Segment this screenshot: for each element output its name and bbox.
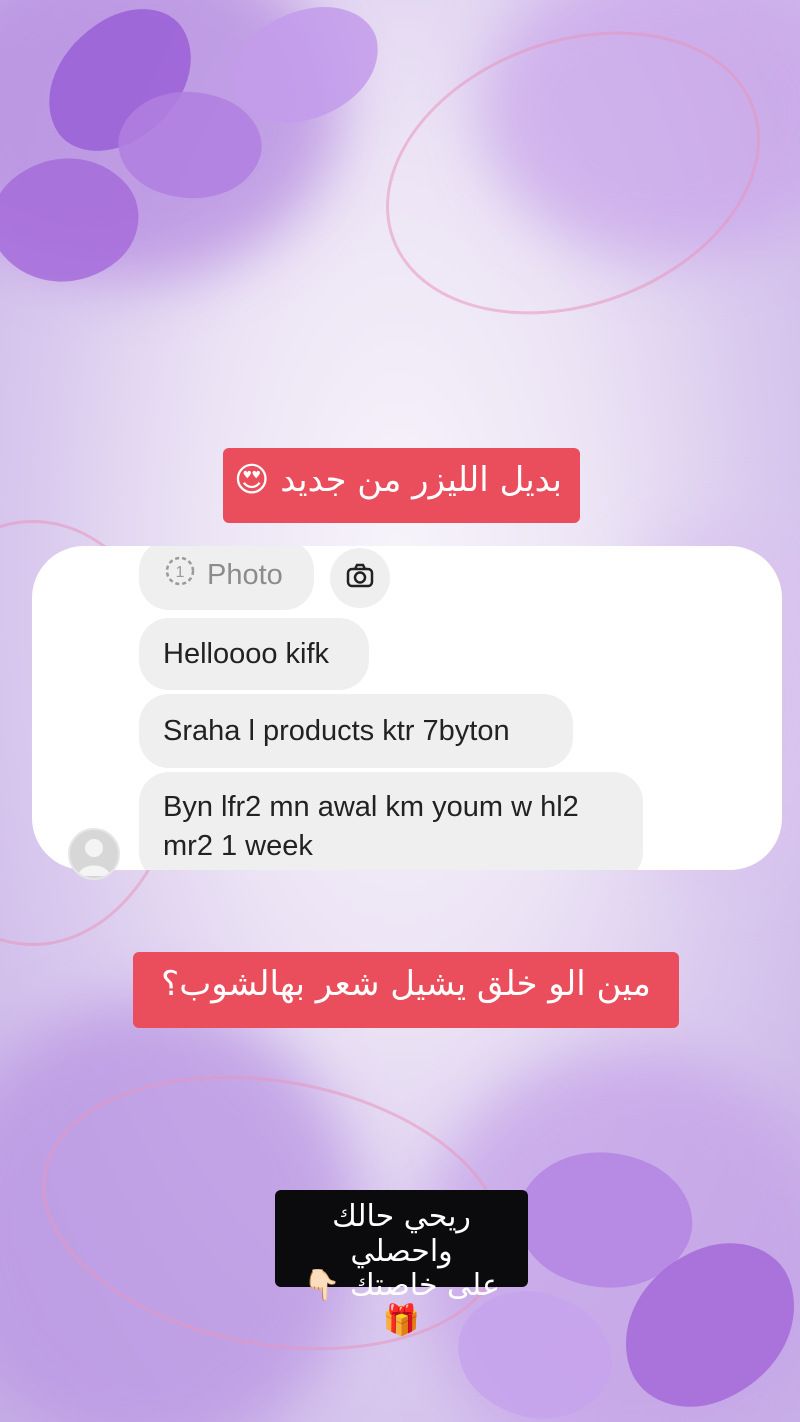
- headline-banner: بديل الليزر من جديد 😍: [223, 448, 580, 523]
- cta-line-1: ريحي حالك واحصلي: [332, 1199, 471, 1269]
- camera-icon: [345, 561, 375, 595]
- photo-label: Photo: [207, 558, 283, 591]
- camera-button[interactable]: [330, 548, 390, 608]
- message-bubble: Helloooo kifk: [139, 618, 369, 690]
- svg-text:1: 1: [176, 564, 185, 581]
- message-bubble: Sraha l products ktr 7byton: [139, 694, 573, 768]
- chat-screenshot-card: 1 Photo Helloooo kifk Sraha l products k…: [32, 546, 782, 870]
- cta-banner: ريحي حالك واحصلي على خاصتك 👇🏻🎁: [275, 1190, 528, 1337]
- message-bubble: Byn lfr2 mn awal km youm w hl2 mr2 1 wee…: [139, 772, 643, 870]
- view-once-icon: 1: [163, 554, 197, 596]
- default-avatar-icon: [68, 828, 120, 880]
- view-once-photo-button[interactable]: 1 Photo: [139, 546, 314, 610]
- cta-line-2: على خاصتك 👇🏻🎁: [303, 1268, 500, 1338]
- question-banner: مين الو خلق يشيل شعر بهالشوب؟: [133, 952, 679, 1028]
